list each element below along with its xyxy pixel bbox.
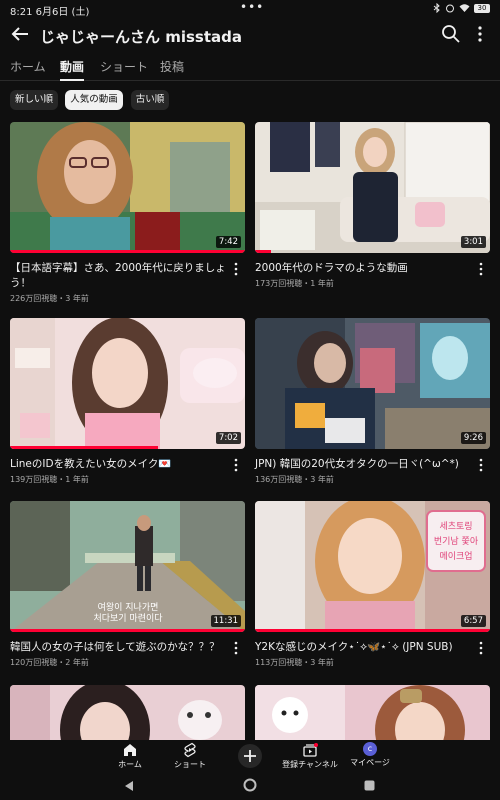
video-duration: 3:01 — [460, 236, 486, 248]
battery-icon: 30 — [474, 3, 490, 13]
video-menu-icon[interactable] — [477, 458, 485, 472]
bottom-navigation: ホーム ショート 登録チャンネル c マイページ — [0, 740, 500, 772]
video-duration: 7:02 — [215, 432, 241, 444]
video-meta: 226万回視聴・3 年前 — [10, 294, 89, 303]
chip-popular[interactable]: 人気の動画 — [65, 90, 123, 110]
home-icon — [124, 744, 136, 756]
video-menu-icon[interactable] — [477, 262, 485, 276]
tab-posts[interactable]: 投稿 — [160, 58, 184, 81]
subscriptions-icon — [303, 743, 318, 757]
video-meta: 120万回視聴・2 年前 — [10, 658, 89, 667]
bluetooth-icon — [433, 3, 440, 13]
video-menu-icon[interactable] — [477, 641, 485, 655]
video-title[interactable]: Y2Kな感じのメイク⋆˙⟡🦋⋆˙⟡ (JPN SUB) — [255, 640, 473, 655]
sign-line-2: 번기남 쫓아 — [434, 536, 479, 547]
channel-tabs: ホーム 動画 ショート 投稿 — [0, 54, 500, 81]
shorts-icon — [184, 742, 196, 758]
status-bar: 8:21 6月6日 (土) ••• 30 — [0, 0, 500, 18]
video-duration: 9:26 — [460, 432, 486, 444]
subtitle-line-1: 여왕이 지나가면 — [98, 601, 159, 613]
video-card[interactable]: 세츠토링 번기남 쫓아 메이크업 6:57 Y2Kな感じのメイク⋆˙⟡🦋⋆˙⟡ … — [255, 501, 490, 671]
video-thumbnail[interactable] — [10, 685, 245, 740]
tab-home[interactable]: ホーム — [10, 58, 46, 81]
watch-progress-bar — [255, 250, 272, 253]
watch-progress-bar — [10, 250, 245, 253]
video-card[interactable]: 7:42 【日本語字幕】さあ、2000年代に戻りましょう！ 226万回視聴・3 … — [10, 122, 245, 307]
plus-icon — [244, 750, 256, 762]
video-title[interactable]: 【日本語字幕】さあ、2000年代に戻りましょう！ — [10, 261, 228, 291]
video-title[interactable]: JPN) 韓国の20代女オタクの一日ヾ(^ω^*) — [255, 457, 473, 472]
back-arrow-icon[interactable] — [8, 22, 32, 46]
nav-you-label: マイページ — [350, 758, 390, 767]
search-icon[interactable] — [440, 23, 462, 45]
video-meta: 136万回視聴・3 年前 — [255, 475, 334, 484]
video-title[interactable]: LineのIDを教えたい女のメイク💌 — [10, 457, 228, 472]
video-card[interactable] — [10, 685, 245, 740]
video-thumbnail[interactable]: 7:02 — [10, 318, 245, 449]
watch-progress-bar — [10, 629, 245, 632]
subtitle-line-2: 처다보기 마련이다 — [93, 612, 163, 624]
video-card[interactable] — [255, 685, 490, 740]
wifi-icon — [459, 4, 470, 12]
video-thumbnail[interactable]: 3:01 — [255, 122, 490, 253]
sign-line-1: 세츠토링 — [439, 520, 472, 532]
watch-progress-bar — [10, 446, 159, 449]
watch-progress-bar — [255, 629, 490, 632]
video-card[interactable]: 9:26 JPN) 韓国の20代女オタクの一日ヾ(^ω^*) 136万回視聴・3… — [255, 318, 490, 488]
video-meta: 173万回視聴・1 年前 — [255, 279, 334, 288]
create-button[interactable] — [238, 744, 262, 768]
system-back-icon[interactable] — [124, 780, 134, 792]
video-thumbnail[interactable] — [255, 685, 490, 740]
video-menu-icon[interactable] — [232, 641, 240, 655]
video-thumbnail[interactable]: 7:42 — [10, 122, 245, 253]
nav-shorts-label: ショート — [174, 760, 206, 769]
tab-shorts[interactable]: ショート — [100, 58, 148, 81]
chip-oldest[interactable]: 古い順 — [131, 90, 169, 110]
chip-newest[interactable]: 新しい順 — [10, 90, 58, 110]
status-time: 8:21 6月6日 (土) — [10, 7, 90, 18]
nav-you[interactable]: c マイページ — [335, 742, 405, 768]
video-meta: 113万回視聴・3 年前 — [255, 658, 334, 667]
video-card[interactable]: 7:02 LineのIDを教えたい女のメイク💌 139万回視聴・1 年前 — [10, 318, 245, 488]
video-duration: 6:57 — [460, 615, 486, 627]
video-menu-icon[interactable] — [232, 458, 240, 472]
system-recents-icon[interactable] — [364, 780, 375, 791]
alarm-icon — [446, 4, 454, 13]
system-navigation — [0, 772, 500, 800]
video-title[interactable]: 2000年代のドラマのような動画 — [255, 261, 473, 276]
video-thumbnail[interactable]: 9:26 — [255, 318, 490, 449]
nav-shorts[interactable]: ショート — [155, 742, 225, 770]
sort-chips: 新しい順 人気の動画 古い順 — [0, 90, 500, 112]
video-card[interactable]: 3:01 2000年代のドラマのような動画 173万回視聴・1 年前 — [255, 122, 490, 307]
video-duration: 7:42 — [215, 236, 241, 248]
video-meta: 139万回視聴・1 年前 — [10, 475, 89, 484]
system-icons: 30 — [433, 3, 490, 13]
more-vert-icon[interactable] — [472, 23, 488, 45]
video-menu-icon[interactable] — [232, 262, 240, 276]
sign-line-3: 메이크업 — [439, 551, 472, 562]
channel-title: じゃじゃーんさん misstada — [40, 28, 243, 46]
system-home-icon[interactable] — [243, 778, 257, 792]
nav-home-label: ホーム — [118, 760, 142, 769]
video-thumbnail[interactable]: 세츠토링 번기남 쫓아 메이크업 6:57 — [255, 501, 490, 632]
window-dots[interactable]: ••• — [240, 0, 264, 14]
video-thumbnail[interactable]: 여왕이 지나가면 처다보기 마련이다 11:31 — [10, 501, 245, 632]
avatar: c — [363, 742, 377, 756]
video-title[interactable]: 韓国人の女の子は何をして遊ぶのかな？？？ — [10, 640, 228, 655]
video-duration: 11:31 — [210, 615, 241, 627]
tab-videos[interactable]: 動画 — [60, 58, 85, 81]
video-card[interactable]: 여왕이 지나가면 처다보기 마련이다 11:31 韓国人の女の子は何をして遊ぶの… — [10, 501, 245, 671]
channel-header: じゃじゃーんさん misstada — [0, 18, 500, 54]
nav-subscriptions-label: 登録チャンネル — [282, 760, 338, 769]
